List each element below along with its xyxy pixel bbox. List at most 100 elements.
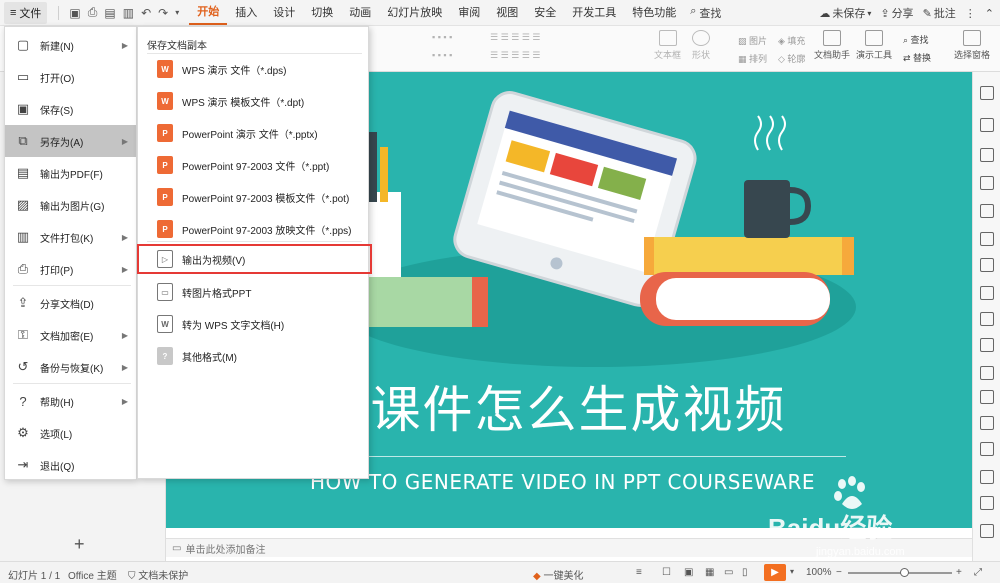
menu-tab[interactable]: 安全: [526, 0, 564, 26]
notes-toggle-icon[interactable]: ≡: [636, 567, 642, 578]
replace-button[interactable]: ⇄ 替换: [903, 51, 931, 64]
textbox-icon: [658, 30, 677, 46]
comments-toggle-icon[interactable]: ☐: [662, 567, 671, 578]
grid-icon[interactable]: [980, 416, 994, 430]
file-menu-item[interactable]: ⇥ 退出(Q): [5, 449, 136, 481]
menu-tab[interactable]: 视图: [488, 0, 526, 26]
find-button[interactable]: ⌕ 查找: [903, 33, 929, 46]
beautify-button[interactable]: ◆ 一键美化: [533, 567, 583, 582]
save-format-item[interactable]: W WPS 演示 模板文件（*.dpt): [138, 87, 368, 115]
chevron-down-icon[interactable]: ▾: [175, 8, 179, 17]
save-format-item[interactable]: P PowerPoint 97-2003 模板文件（*.pot): [138, 183, 368, 211]
menu-tab[interactable]: 开发工具: [564, 0, 624, 26]
mug-handle: [789, 187, 812, 225]
speaker-tools-button[interactable]: 演示工具: [856, 30, 892, 61]
fill-button[interactable]: ◈ 填充: [778, 34, 805, 47]
arrange-button[interactable]: ▦ 排列: [738, 52, 767, 65]
hamburger-icon: ≡: [10, 6, 17, 19]
save-format-item[interactable]: P PowerPoint 97-2003 放映文件（*.pps): [138, 215, 368, 243]
layout-icon[interactable]: [980, 86, 994, 100]
box-icon[interactable]: [980, 286, 994, 300]
save-format-item[interactable]: P PowerPoint 97-2003 文件（*.ppt): [138, 151, 368, 179]
shape-icon[interactable]: [980, 148, 994, 162]
menu-tab[interactable]: 插入: [227, 0, 265, 26]
file-menu-item[interactable]: ▨ 输出为图片(G): [5, 189, 136, 221]
file-menu-item[interactable]: ⚙ 选项(L): [5, 417, 136, 449]
file-menu-item[interactable]: ↺ 备份与恢复(K) ▶: [5, 351, 136, 383]
file-menu-item[interactable]: ⇪ 分享文档(D): [5, 287, 136, 319]
menu-tab[interactable]: 动画: [341, 0, 379, 26]
file-menu-item[interactable]: ⚿ 文档加密(E) ▶: [5, 319, 136, 351]
zoom-in-icon[interactable]: +: [956, 567, 962, 578]
zoom-level[interactable]: 100%: [806, 567, 832, 578]
reading-view-icon[interactable]: ▭: [724, 567, 733, 578]
video-icon[interactable]: [980, 524, 994, 538]
fit-window-icon[interactable]: ⤢: [974, 567, 982, 578]
menu-tab[interactable]: 审阅: [450, 0, 488, 26]
undo-icon[interactable]: ↶: [141, 6, 151, 20]
zoom-slider-handle[interactable]: [900, 568, 909, 577]
save-icon[interactable]: ▣: [69, 6, 80, 20]
save-format-item[interactable]: P PowerPoint 演示 文件（*.pptx): [138, 119, 368, 147]
notes-bar[interactable]: ▭ 单击此处添加备注: [166, 538, 972, 557]
doc-helper-button[interactable]: 文档助手: [814, 30, 850, 61]
export-icon[interactable]: ▥: [123, 6, 134, 20]
picture-button[interactable]: ▨ 图片: [738, 34, 767, 47]
file-menu-item-label: 新建(N): [40, 41, 74, 53]
play-slideshow-button[interactable]: ▶: [764, 564, 786, 581]
normal-view-icon[interactable]: ▣: [684, 567, 693, 578]
file-menu-item[interactable]: ▢ 新建(N) ▶: [5, 29, 136, 61]
file-menu-item[interactable]: ▥ 文件打包(K) ▶: [5, 221, 136, 253]
chart-icon[interactable]: [980, 442, 994, 456]
ai-icon[interactable]: [980, 366, 994, 380]
file-menu-item[interactable]: ▣ 保存(S): [5, 93, 136, 125]
share-button[interactable]: ⇪ 分享: [880, 5, 913, 21]
menu-tab[interactable]: 设计: [265, 0, 303, 26]
lock-icon[interactable]: [980, 312, 994, 326]
redo-icon[interactable]: ↷: [158, 6, 168, 20]
more-icon[interactable]: ⋮: [965, 7, 976, 20]
transition-icon[interactable]: [980, 258, 994, 272]
select-pane-button[interactable]: 选择窗格: [954, 30, 990, 61]
slide-sorter-icon[interactable]: ▦: [705, 567, 714, 578]
menu-tab[interactable]: 切换: [303, 0, 341, 26]
protect-status[interactable]: ⛉ 文档未保护: [128, 567, 188, 582]
file-menu-item[interactable]: ▭ 打开(O): [5, 61, 136, 93]
add-slide-icon[interactable]: +: [74, 534, 85, 555]
annotate-button[interactable]: ✎ 批注: [923, 5, 956, 21]
refresh-icon[interactable]: [980, 390, 994, 404]
file-menu-item[interactable]: ? 帮助(H) ▶: [5, 385, 136, 417]
slide-subtitle[interactable]: HOW TO GENERATE VIDEO IN PPT COURSEWARE: [310, 470, 815, 494]
menu-tab[interactable]: 特色功能: [624, 0, 684, 26]
collapse-icon[interactable]: ⌃: [985, 7, 994, 20]
menu-tab[interactable]: 幻灯片放映: [379, 0, 450, 26]
slide-title[interactable]: T课件怎么生成视频: [334, 370, 787, 442]
table-icon[interactable]: [980, 470, 994, 484]
bookmark-icon[interactable]: [980, 338, 994, 352]
template-icon[interactable]: [980, 232, 994, 246]
textbox-button[interactable]: 文本框: [654, 30, 681, 61]
print-preview-icon[interactable]: ⎙: [88, 5, 98, 20]
location-icon[interactable]: [980, 496, 994, 510]
print-icon[interactable]: ▤: [104, 6, 115, 20]
search-button[interactable]: ⌕ 查找: [690, 5, 721, 21]
file-menu-item[interactable]: ⧉ 另存为(A) ▶: [5, 125, 136, 157]
style-icon[interactable]: [980, 118, 994, 132]
file-menu-button[interactable]: ≡ 文件: [4, 1, 48, 24]
save-format-item[interactable]: W 转为 WPS 文字文档(H): [138, 310, 368, 338]
save-format-item[interactable]: ? 其他格式(M): [138, 342, 368, 370]
edit-icon[interactable]: [980, 204, 994, 218]
zoom-out-icon[interactable]: −: [836, 567, 842, 578]
save-format-item[interactable]: W WPS 演示 文件（*.dps): [138, 55, 368, 83]
menu-tab[interactable]: 开始: [189, 1, 228, 25]
outline-button[interactable]: ◇ 轮廓: [778, 52, 805, 65]
chevron-down-icon[interactable]: ▾: [790, 567, 794, 576]
file-menu-item[interactable]: ▤ 输出为PDF(F): [5, 157, 136, 189]
save-format-item[interactable]: ▷ 输出为视频(V): [137, 244, 372, 274]
unsaved-status[interactable]: ☁ 未保存 ▾: [819, 5, 871, 21]
slideshow-preview-icon[interactable]: ▯: [742, 567, 748, 578]
shape-button[interactable]: 形状: [692, 30, 710, 61]
file-menu-item[interactable]: ⎙ 打印(P) ▶: [5, 253, 136, 285]
save-format-item[interactable]: ▭ 转图片格式PPT: [138, 278, 368, 306]
animation-icon[interactable]: [980, 176, 994, 190]
